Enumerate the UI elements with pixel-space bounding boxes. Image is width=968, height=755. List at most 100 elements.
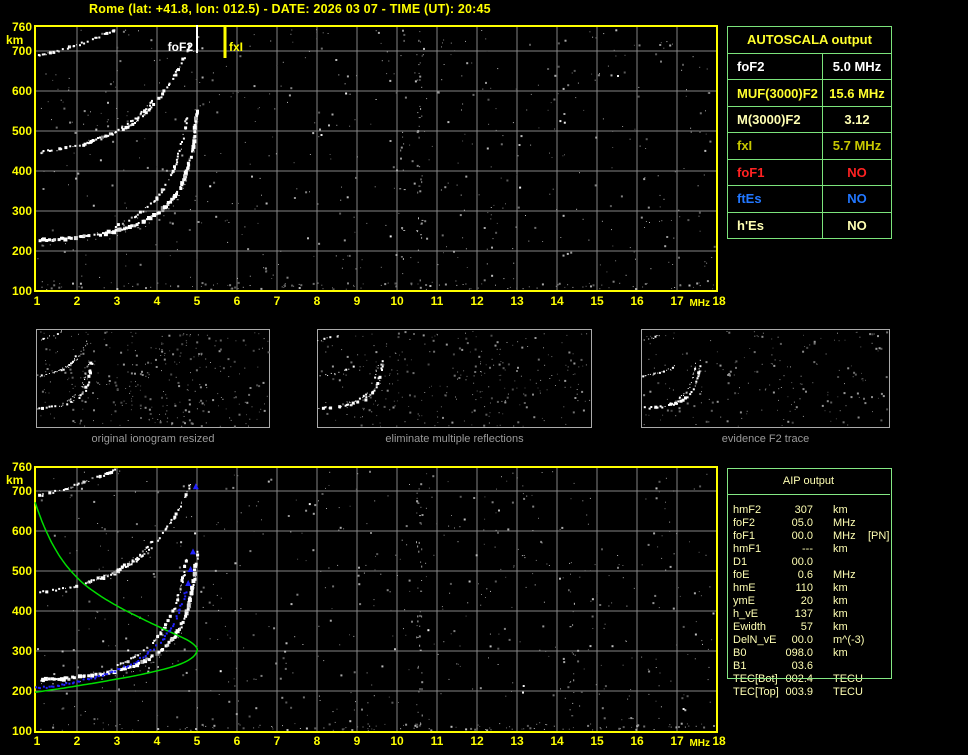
svg-text:10: 10 (390, 734, 404, 748)
thumbnail-caption-evidence-f2: evidence F2 trace (721, 433, 810, 445)
aip-gap (813, 517, 833, 530)
aip-label: hmE (733, 582, 756, 594)
svg-text:foF2: foF2 (168, 40, 194, 54)
svg-text:100: 100 (12, 284, 32, 298)
aip-unit: MHz (833, 530, 856, 542)
f2-trace-2nd-hop (40, 44, 191, 155)
svg-text:4: 4 (154, 294, 161, 308)
aip-output-table: AIP output hmF2 307 km foF2 05.0 MHz foF1 00.0 M… (727, 468, 902, 698)
plot-grid (35, 26, 717, 291)
aip-table-title: AIP output (727, 468, 890, 495)
svg-text:760: 760 (12, 460, 32, 474)
aip-value: 307 (794, 504, 813, 516)
autoscala-row-label: M(3000)F2 (728, 106, 823, 133)
aip-label: Ewidth (733, 621, 767, 633)
autoscala-row-m3000f2: M(3000)F2 3.12 (728, 106, 891, 134)
svg-text:2: 2 (74, 294, 81, 308)
autoscala-row-label: MUF(3000)F2 (728, 80, 823, 106)
f2-trace-2nd-hop-x-mode (87, 540, 154, 584)
autoscala-row-hes: h'Es NO (728, 212, 891, 238)
f2-trace-2nd-hop (39, 484, 191, 594)
aip-gap (813, 569, 833, 582)
aip-value: 00.0 (791, 634, 813, 646)
aip-value: 00.0 (791, 556, 813, 568)
svg-text:MHz: MHz (689, 738, 710, 749)
svg-text:fxI: fxI (229, 40, 243, 54)
aip-value: 0.6 (797, 569, 813, 581)
aip-row-fof1: foF1 00.0 MHz [PN] (727, 530, 902, 543)
autoscala-row-value: 5.7 MHz (832, 138, 882, 154)
svg-text:12: 12 (470, 294, 484, 308)
aip-gap (813, 621, 833, 634)
aip-value: --- (802, 543, 813, 555)
aip-unit: km (833, 608, 848, 620)
restored-trace-marker (187, 566, 194, 572)
aip-gap (813, 556, 833, 569)
svg-text:2: 2 (74, 734, 81, 748)
aip-unit: km (833, 582, 848, 594)
restored-trace-marker (192, 483, 199, 490)
svg-text:11: 11 (431, 294, 444, 308)
aip-value: 57 (800, 621, 813, 633)
svg-text:16: 16 (630, 734, 644, 748)
svg-text:3: 3 (114, 294, 121, 308)
svg-text:18: 18 (712, 734, 726, 748)
svg-text:100: 100 (12, 724, 32, 738)
aip-value: 20 (800, 595, 813, 607)
autoscala-row-ftes: ftEs NO (728, 186, 891, 213)
aip-label: TEC[Bot] (733, 673, 778, 685)
fof2-marker: foF2 (168, 25, 198, 54)
svg-text:12: 12 (470, 734, 484, 748)
aip-row-hmf1: hmF1 --- km (727, 543, 902, 556)
svg-text:500: 500 (12, 124, 32, 138)
fxi-marker: fxI (223, 25, 243, 58)
aip-gap (813, 686, 833, 699)
plot-grid (35, 467, 717, 732)
aip-value: 03.6 (791, 660, 813, 672)
svg-text:14: 14 (550, 294, 564, 308)
autoscala-row-value: 15.6 MHz (829, 85, 885, 101)
svg-text:300: 300 (12, 644, 32, 658)
aip-row-delnve: DelN_vE 00.0 m^(-3) (727, 634, 902, 647)
svg-text:17: 17 (670, 294, 684, 308)
top-ionogram-plot: 760700600500400300200100km1 2 3 4 5 6 7 8 9 10 11 1… (6, 20, 726, 309)
svg-text:16: 16 (630, 294, 644, 308)
aip-label: B1 (733, 660, 747, 672)
aip-row-yme: ymE 20 km (727, 595, 902, 608)
svg-text:8: 8 (314, 734, 321, 748)
aip-row-b1: B1 03.6 (727, 660, 902, 673)
svg-text:200: 200 (12, 244, 32, 258)
aip-label: ymE (733, 595, 755, 607)
aip-unit: km (833, 504, 848, 516)
aip-gap (813, 634, 833, 647)
aip-row-foe: foE 0.6 MHz (727, 569, 902, 582)
thumbnail-caption-original: original ionogram resized (91, 433, 215, 445)
aip-gap (813, 595, 833, 608)
aip-extra: [PN] (868, 530, 890, 542)
aip-unit: TECU (833, 686, 863, 698)
svg-text:760: 760 (12, 20, 32, 34)
aip-gap (813, 608, 833, 621)
aip-unit: km (833, 595, 848, 607)
f2-trace-2nd-hop-x-mode (87, 99, 153, 145)
autoscala-row-fof2: foF2 5.0 MHz (728, 54, 891, 81)
svg-text:400: 400 (12, 164, 32, 178)
autoscala-row-value: NO (847, 217, 867, 233)
aip-table-rows: hmF2 307 km foF2 05.0 MHz foF1 00.0 MHz [PN] hmF1 -… (727, 504, 902, 699)
svg-text:9: 9 (354, 294, 361, 308)
aip-value: 00.0 (791, 530, 813, 542)
svg-text:300: 300 (12, 204, 32, 218)
aip-value: 05.0 (791, 517, 813, 529)
autoscala-row-value: 5.0 MHz (832, 59, 882, 75)
aip-unit: km (833, 647, 848, 659)
autoscala-row-fof1: foF1 NO (728, 159, 891, 187)
aip-label: B0 (733, 647, 747, 659)
svg-text:7: 7 (274, 734, 281, 748)
aip-label: foF1 (733, 530, 756, 542)
restored-trace-marker (190, 548, 196, 555)
aip-label: h_vE (733, 608, 759, 620)
svg-text:8: 8 (314, 294, 321, 308)
aip-unit: MHz (833, 517, 856, 529)
svg-text:13: 13 (510, 294, 524, 308)
svg-text:6: 6 (234, 734, 241, 748)
